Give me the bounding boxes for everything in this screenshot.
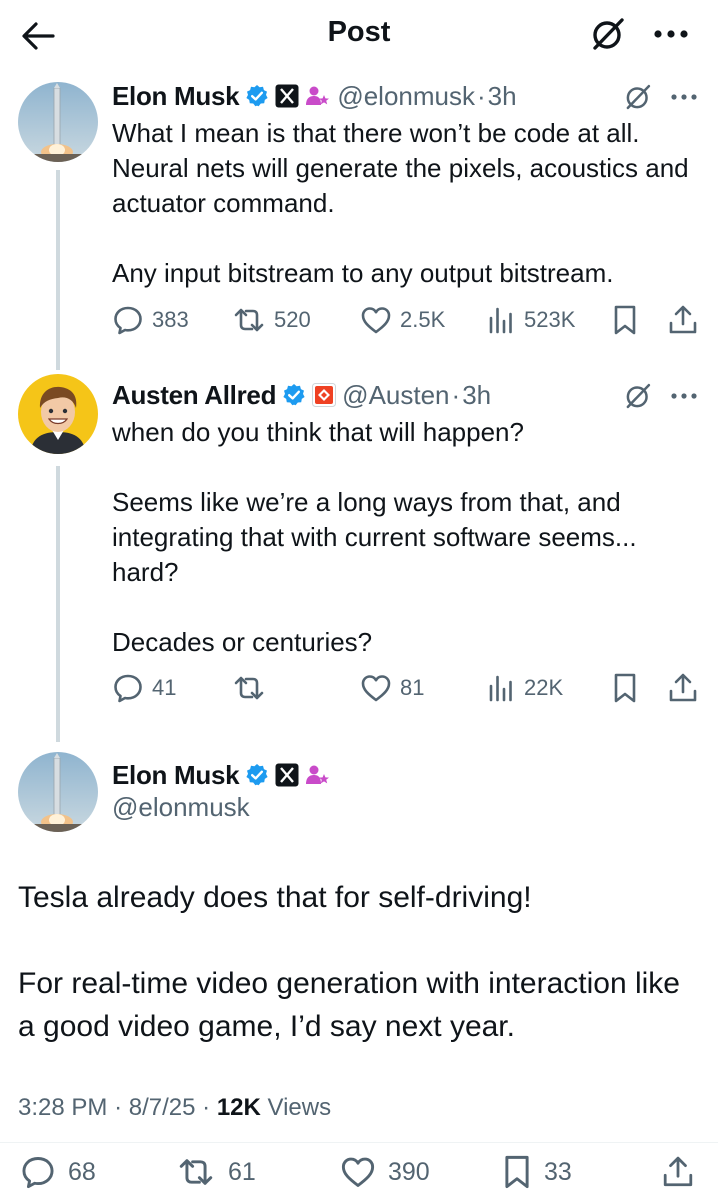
main-post-action-bar: 68 61 390 33 (0, 1150, 718, 1194)
post-time[interactable]: 3h (462, 380, 491, 411)
like-button[interactable]: 81 (360, 668, 424, 708)
bookmark-button[interactable] (612, 300, 638, 340)
grok-icon (626, 84, 651, 110)
like-button[interactable]: 390 (340, 1150, 430, 1194)
bookmark-icon (614, 673, 636, 703)
share-icon (669, 673, 697, 702)
reply-author-row: Elon Musk @elonmusk · 3h (112, 80, 517, 112)
more-options-button[interactable] (648, 14, 694, 54)
more-options-button[interactable] (664, 79, 704, 115)
bookmark-button[interactable] (612, 668, 638, 708)
more-icon (654, 30, 688, 38)
grok-button[interactable] (620, 378, 656, 414)
bookmark-button[interactable]: 33 (502, 1150, 572, 1194)
reply-button[interactable]: 383 (112, 300, 189, 340)
author-handle[interactable]: @elonmusk (112, 792, 250, 823)
share-button[interactable] (668, 300, 698, 340)
share-button[interactable] (662, 1150, 694, 1194)
avatar[interactable] (18, 752, 98, 832)
government-badge-icon (305, 763, 331, 787)
main-post-text: Tesla already does that for self-driving… (18, 881, 680, 1043)
cartoon-avatar-image (18, 374, 98, 454)
top-bar: Post (0, 0, 718, 72)
share-button[interactable] (668, 668, 698, 708)
post-time[interactable]: 3h (488, 81, 517, 112)
reply-text: when do you think that will happen? Seem… (112, 417, 637, 657)
heart-icon (361, 307, 391, 334)
like-button[interactable]: 2.5K (360, 300, 445, 340)
more-icon (671, 94, 697, 100)
comment-icon (114, 674, 142, 703)
views-chart-icon (489, 675, 512, 702)
bookmark-icon (505, 1155, 529, 1189)
repost-count: 520 (274, 307, 311, 332)
author-name[interactable]: Austen Allred (112, 380, 276, 411)
views-count: 22K (524, 675, 564, 700)
thread-connector-line (56, 466, 60, 742)
author-name[interactable]: Elon Musk (112, 760, 240, 791)
grok-icon (626, 383, 651, 409)
rocket-avatar-image (18, 82, 98, 162)
author-handle[interactable]: @Austen (342, 380, 449, 411)
verified-badge-icon (245, 763, 269, 787)
reply-text: What I mean is that there won’t be code … (112, 118, 689, 288)
thread-connector-line (56, 170, 60, 370)
comment-icon (22, 1157, 54, 1189)
repost-icon (234, 308, 264, 332)
grok-button[interactable] (620, 79, 656, 115)
repost-button[interactable]: 61 (176, 1150, 256, 1194)
like-count: 81 (400, 675, 425, 700)
like-count: 2.5K (400, 307, 446, 332)
views-count: 12K (216, 1094, 261, 1121)
reply-action-bar: 41 81 22K (112, 668, 702, 708)
rocket-avatar-image (18, 752, 98, 832)
repost-button[interactable]: 520 (232, 300, 311, 340)
bookmark-icon (614, 305, 636, 335)
heart-icon (341, 1157, 375, 1187)
reply-count: 41 (152, 675, 177, 700)
government-badge-icon (305, 84, 331, 108)
post-metadata: 3:28 PM · 8/7/25 · 12K Views (18, 1094, 332, 1121)
x-affiliate-badge-icon (275, 84, 299, 108)
views-label: Views (267, 1094, 332, 1121)
repost-count: 61 (228, 1157, 256, 1186)
reply-count: 383 (152, 307, 189, 332)
reply-author-row: Austen Allred @Austen · 3h (112, 379, 492, 411)
reply-count: 68 (68, 1157, 96, 1186)
more-options-button[interactable] (664, 378, 704, 414)
repost-icon (234, 676, 264, 700)
divider (0, 1142, 718, 1143)
main-post-author-row: Elon Musk (112, 756, 331, 794)
repost-button[interactable] (232, 668, 274, 708)
bookmark-count: 33 (544, 1157, 572, 1186)
verified-badge-icon (282, 383, 306, 407)
post-time[interactable]: 3:28 PM (18, 1094, 107, 1121)
views-chart-icon (489, 307, 512, 334)
reply-button[interactable]: 41 (112, 668, 176, 708)
author-name[interactable]: Elon Musk (112, 81, 240, 112)
like-count: 390 (388, 1157, 430, 1186)
comment-icon (114, 306, 142, 335)
repost-icon (179, 1159, 213, 1185)
avatar[interactable] (18, 82, 98, 162)
verified-badge-icon (245, 84, 269, 108)
grok-button[interactable] (588, 14, 628, 54)
views-button[interactable]: 22K (486, 668, 563, 708)
reply-button[interactable]: 68 (20, 1150, 96, 1194)
avatar[interactable] (18, 374, 98, 454)
views-count: 523K (524, 307, 576, 332)
reply-action-bar: 383 520 2.5K 523K (112, 300, 702, 340)
more-icon (671, 393, 697, 399)
organization-affiliate-badge-icon (312, 383, 337, 407)
heart-icon (361, 675, 391, 702)
author-handle[interactable]: @elonmusk (337, 81, 475, 112)
grok-icon (593, 18, 624, 50)
views-button[interactable]: 523K (486, 300, 575, 340)
share-icon (663, 1156, 693, 1187)
post-date[interactable]: 8/7/25 (129, 1094, 196, 1121)
x-affiliate-badge-icon (275, 763, 299, 787)
share-icon (669, 305, 697, 334)
